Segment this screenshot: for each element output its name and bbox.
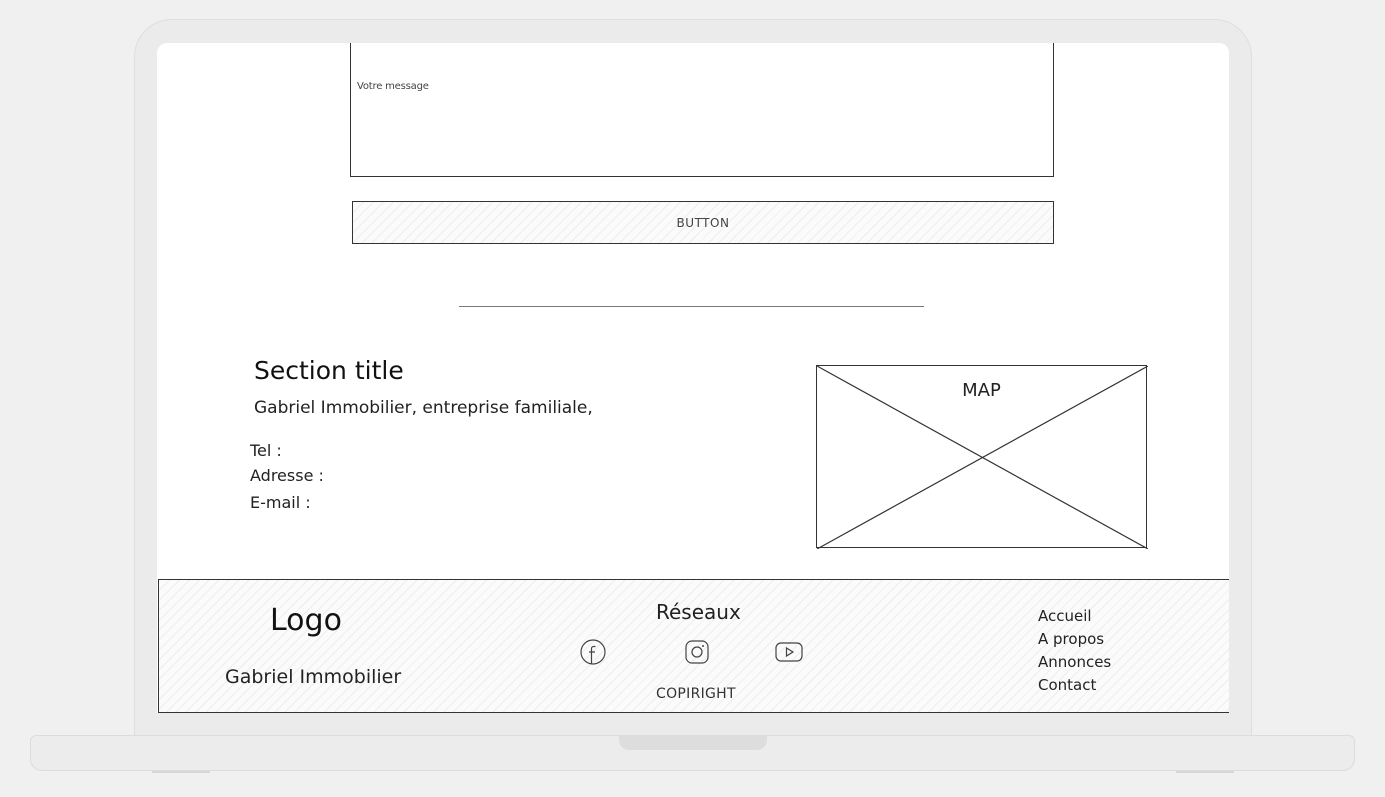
footer: Logo Gabriel Immobilier Réseaux COPIRIGH… bbox=[158, 579, 1229, 713]
message-textarea[interactable]: Votre message bbox=[350, 43, 1054, 177]
footer-nav-annonces[interactable]: Annonces bbox=[1038, 651, 1111, 674]
youtube-icon[interactable] bbox=[775, 638, 803, 666]
footer-nav-a-propos[interactable]: A propos bbox=[1038, 628, 1111, 651]
address-label: Adresse : bbox=[250, 466, 324, 485]
email-label: E-mail : bbox=[250, 493, 311, 512]
footer-networks-title: Réseaux bbox=[656, 600, 741, 624]
tel-label: Tel : bbox=[250, 441, 282, 460]
instagram-icon[interactable] bbox=[683, 638, 711, 666]
section-subtitle: Gabriel Immobilier, entreprise familiale… bbox=[254, 398, 593, 418]
map-placeholder[interactable]: MAP bbox=[816, 365, 1148, 549]
footer-nav-contact[interactable]: Contact bbox=[1038, 674, 1111, 697]
footer-nav-accueil[interactable]: Accueil bbox=[1038, 605, 1111, 628]
message-placeholder: Votre message bbox=[357, 81, 429, 92]
section-title: Section title bbox=[254, 356, 404, 385]
footer-logo[interactable]: Logo bbox=[270, 603, 342, 638]
laptop-foot-left bbox=[152, 771, 210, 773]
section-divider bbox=[459, 306, 924, 307]
footer-company-name: Gabriel Immobilier bbox=[225, 666, 402, 688]
footer-nav: Accueil A propos Annonces Contact bbox=[1038, 605, 1111, 697]
laptop-foot-right bbox=[1176, 771, 1234, 773]
facebook-icon[interactable] bbox=[579, 638, 607, 666]
screen: Votre message BUTTON Section title Gabri… bbox=[157, 43, 1229, 713]
submit-button[interactable]: BUTTON bbox=[352, 201, 1054, 244]
footer-copyright: COPIRIGHT bbox=[656, 686, 736, 702]
map-label: MAP bbox=[962, 380, 1001, 401]
laptop-notch bbox=[619, 735, 767, 750]
